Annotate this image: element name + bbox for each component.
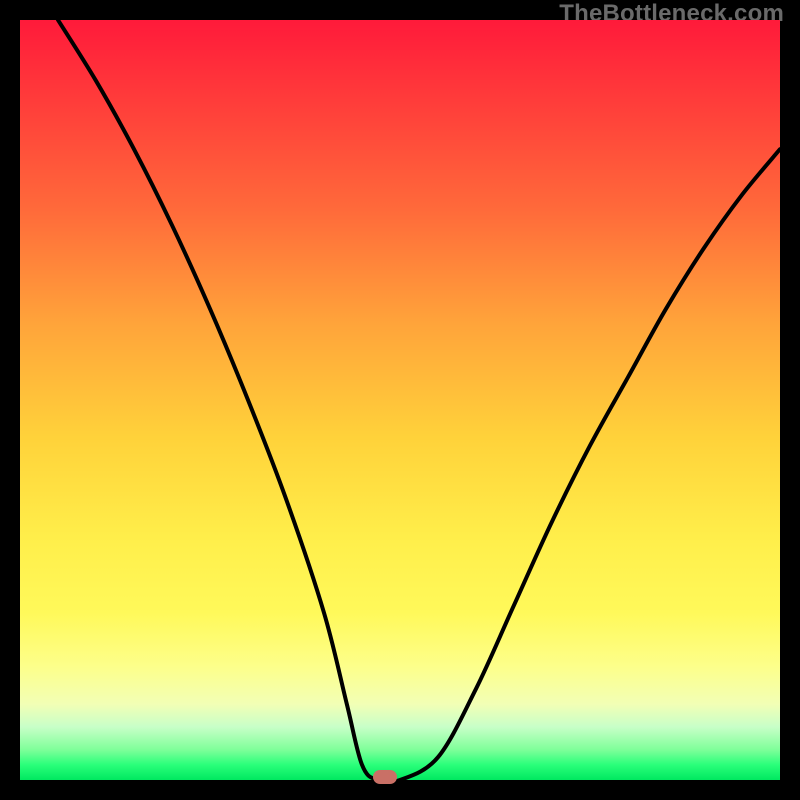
minimum-marker (373, 770, 397, 784)
chart-frame (20, 20, 780, 780)
bottleneck-curve-path (58, 20, 780, 780)
chart-curve-svg (20, 20, 780, 780)
